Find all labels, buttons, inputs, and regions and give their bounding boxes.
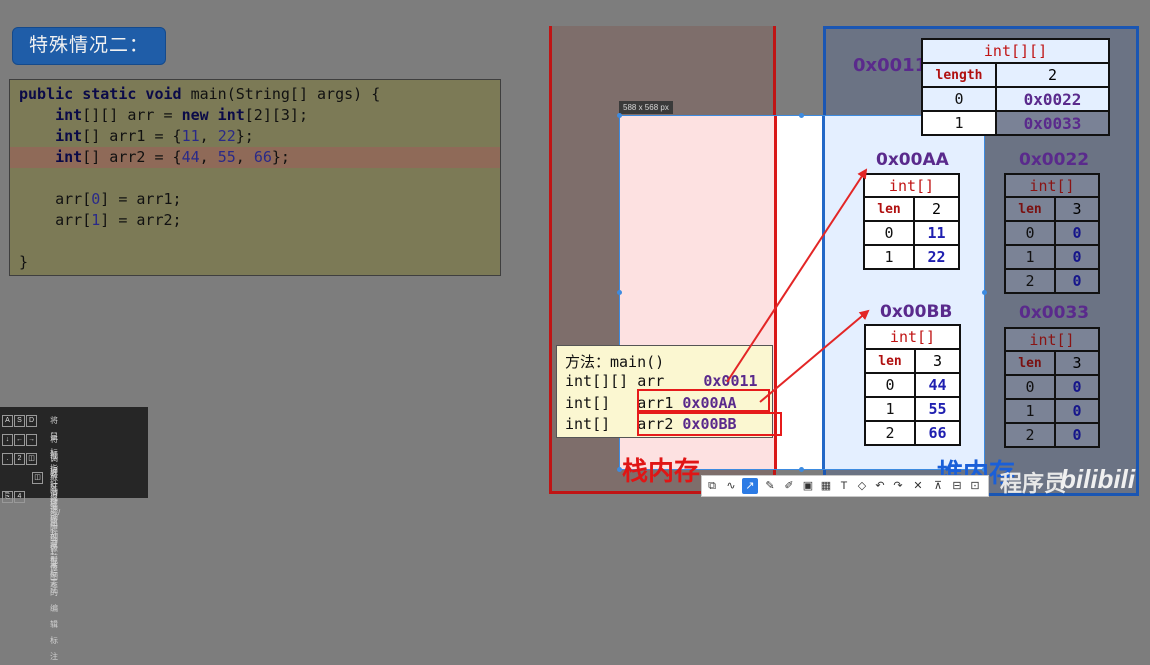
pin-icon[interactable]: ⊼ [930, 478, 946, 494]
mouse-icon: ◫ [32, 471, 43, 484]
marker-icon[interactable]: ✐ [781, 478, 797, 494]
copy-icon[interactable]: ⧉ [704, 478, 720, 494]
help-row: ↓ ← → 将截屏区域移动 1 像素 [2, 432, 58, 588]
shortcut-help-panel: ASD 将鼠标指针移动 1 像素 ↓ ← → 将截屏区域移动 1 像素 . 2 ◫ 调整… [0, 407, 148, 661]
redo-icon[interactable]: ↷ [890, 478, 906, 494]
bilibili-logo: bilibili [1060, 464, 1136, 494]
close-icon[interactable]: ✕ [910, 478, 926, 494]
arrow-arr2-to-0x00bb [759, 309, 870, 403]
eraser-icon[interactable]: ◇ [854, 478, 870, 494]
help-row: . 2 ◫ 调整画笔粗细 [2, 451, 58, 543]
screenshot-toolbar: ⧉ ∿ ↗ ✎ ✐ ▣ ▦ T ◇ ↶ ↷ ✕ ⊼ ⊟ ⊡ [701, 475, 989, 497]
crop-icon[interactable]: ▣ [800, 478, 816, 494]
done-icon[interactable]: ⊡ [967, 478, 983, 494]
curve-icon[interactable]: ∿ [723, 478, 739, 494]
pencil-icon[interactable]: ✎ [762, 478, 778, 494]
annotation-arrows [726, 168, 870, 403]
help-row: ASD 将鼠标指针移动 1 像素 [2, 413, 58, 569]
text-icon[interactable]: T [836, 478, 852, 494]
mouse-icon: ◫ [26, 452, 37, 465]
mosaic-icon[interactable]: ▦ [818, 478, 834, 494]
undo-icon[interactable]: ↶ [872, 478, 888, 494]
pen-icon[interactable]: ↗ [742, 478, 758, 494]
stack-memory-label: 栈内存 [622, 456, 701, 486]
watermark-text: 程序员 [1000, 471, 1067, 496]
help-row: ⎘ 4 显示/隐藏截图的编辑标注 [2, 489, 60, 661]
save-icon[interactable]: ⊟ [949, 478, 965, 494]
help-row: ◫ 取消选中当前标注 [2, 470, 58, 594]
arrow-arr1-to-0x00aa [726, 168, 868, 383]
